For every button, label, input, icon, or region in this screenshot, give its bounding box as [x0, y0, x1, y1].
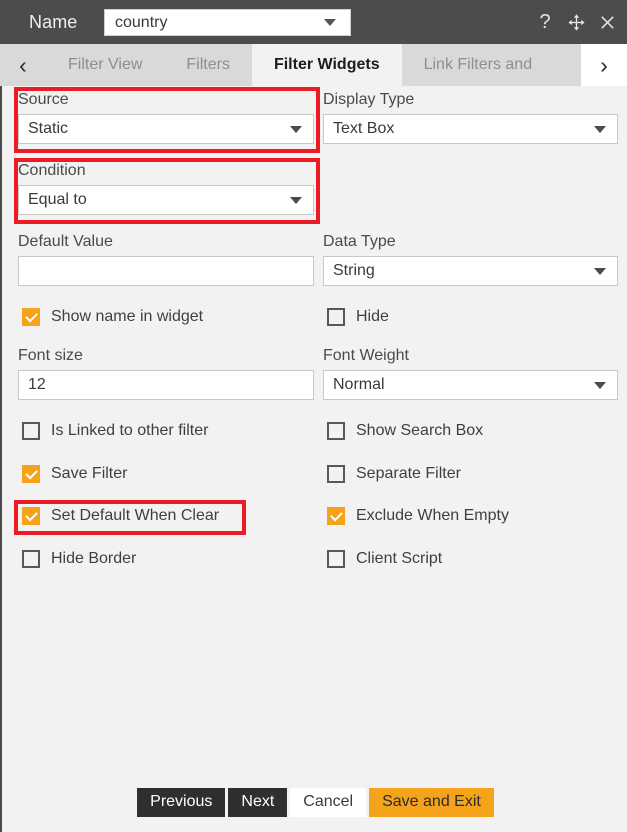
display-type-label: Display Type	[323, 91, 415, 108]
checkbox-indicator	[327, 308, 345, 326]
checkbox-indicator	[22, 422, 40, 440]
font-size-input[interactable]: 12	[18, 370, 314, 400]
tab-filter-widgets[interactable]: Filter Widgets	[251, 44, 402, 86]
source-field: Source Static	[18, 91, 314, 144]
titlebar-icons: ?	[535, 0, 617, 44]
font-weight-label: Font Weight	[323, 347, 409, 364]
checkbox-client-script[interactable]: Client Script	[327, 550, 442, 568]
checkbox-indicator	[327, 422, 345, 440]
checkbox-label: Is Linked to other filter	[51, 422, 209, 439]
checkbox-label: Exclude When Empty	[356, 507, 509, 524]
tab-filter-view[interactable]: Filter View	[46, 44, 165, 86]
data-type-field: Data Type String	[323, 233, 618, 286]
chevron-down-icon	[324, 19, 336, 26]
font-size-input-value: 12	[28, 376, 46, 393]
previous-button[interactable]: Previous	[137, 787, 226, 817]
font-weight-select-value: Normal	[333, 376, 385, 393]
data-type-select-value: String	[333, 262, 375, 279]
chevron-down-icon	[594, 125, 606, 133]
condition-label: Condition	[18, 162, 86, 179]
checkbox-indicator	[22, 465, 40, 483]
checkbox-label: Hide Border	[51, 550, 137, 567]
checkbox-hide-border[interactable]: Hide Border	[22, 550, 136, 568]
checkbox-indicator	[22, 507, 40, 525]
checkbox-label: Hide	[356, 308, 389, 325]
cancel-button[interactable]: Cancel	[290, 787, 367, 817]
dialog-titlebar: Name country ?	[0, 0, 627, 44]
filter-widgets-panel: Source Static Display Type Text Box Cond…	[0, 86, 627, 832]
dialog-footer: Previous Next Cancel Save and Exit	[2, 772, 627, 832]
default-value-label: Default Value	[18, 233, 113, 250]
chevron-down-icon	[594, 267, 606, 275]
close-icon[interactable]	[597, 11, 617, 33]
name-field-label: Name	[29, 11, 78, 32]
display-type-select[interactable]: Text Box	[323, 114, 618, 144]
save-and-exit-button[interactable]: Save and Exit	[369, 787, 494, 817]
checkbox-label: Set Default When Clear	[51, 507, 220, 524]
checkbox-indicator	[22, 308, 40, 326]
checkbox-save-filter[interactable]: Save Filter	[22, 465, 127, 483]
default-value-field: Default Value	[18, 233, 314, 286]
font-weight-field: Font Weight Normal	[323, 347, 618, 400]
data-type-select[interactable]: String	[323, 256, 618, 286]
font-size-label: Font size	[18, 347, 83, 364]
checkbox-show-name-in-widget[interactable]: Show name in widget	[22, 308, 203, 326]
checkbox-separate-filter[interactable]: Separate Filter	[327, 465, 461, 483]
checkbox-show-search-box[interactable]: Show Search Box	[327, 422, 483, 440]
tab-strip: ‹ Filter View Filters Filter Widgets Lin…	[0, 44, 627, 86]
checkbox-label: Show name in widget	[51, 308, 204, 325]
checkbox-label: Show Search Box	[356, 422, 484, 439]
condition-select[interactable]: Equal to	[18, 185, 314, 215]
checkbox-label: Client Script	[356, 550, 443, 567]
tab-filters[interactable]: Filters	[164, 44, 252, 86]
chevron-down-icon	[290, 196, 302, 204]
checkbox-indicator	[327, 507, 345, 525]
checkbox-indicator	[22, 550, 40, 568]
checkbox-indicator	[327, 550, 345, 568]
display-type-select-value: Text Box	[333, 120, 395, 137]
source-select[interactable]: Static	[18, 114, 314, 144]
checkbox-set-default-when-clear[interactable]: Set Default When Clear	[22, 507, 219, 525]
default-value-input[interactable]	[18, 256, 314, 286]
chevron-down-icon	[290, 125, 302, 133]
tab-scroll-left-icon[interactable]: ‹	[0, 44, 46, 86]
checkbox-is-linked-to-other-filter[interactable]: Is Linked to other filter	[22, 422, 208, 440]
tab-scroll-right-icon[interactable]: ›	[581, 44, 627, 86]
next-button[interactable]: Next	[228, 787, 288, 817]
checkbox-hide[interactable]: Hide	[327, 308, 389, 326]
source-label: Source	[18, 91, 69, 108]
condition-select-value: Equal to	[28, 191, 87, 208]
font-size-field: Font size 12	[18, 347, 314, 400]
checkbox-label: Separate Filter	[356, 465, 461, 482]
name-select-value: country	[115, 13, 168, 31]
checkbox-exclude-when-empty[interactable]: Exclude When Empty	[327, 507, 509, 525]
help-icon[interactable]: ?	[535, 11, 555, 33]
chevron-down-icon	[594, 381, 606, 389]
name-select[interactable]: country	[104, 9, 351, 36]
tab-list: Filter View Filters Filter Widgets Link …	[46, 44, 581, 86]
source-select-value: Static	[28, 120, 69, 137]
display-type-field: Display Type Text Box	[323, 91, 618, 144]
move-icon[interactable]	[566, 11, 586, 33]
tab-link-filters-and[interactable]: Link Filters and	[401, 44, 555, 86]
data-type-label: Data Type	[323, 233, 396, 250]
font-weight-select[interactable]: Normal	[323, 370, 618, 400]
checkbox-label: Save Filter	[51, 465, 128, 482]
checkbox-indicator	[327, 465, 345, 483]
condition-field: Condition Equal to	[18, 162, 314, 215]
filter-widgets-dialog: Name country ? ‹ Filter View Filters Fil…	[0, 0, 627, 832]
